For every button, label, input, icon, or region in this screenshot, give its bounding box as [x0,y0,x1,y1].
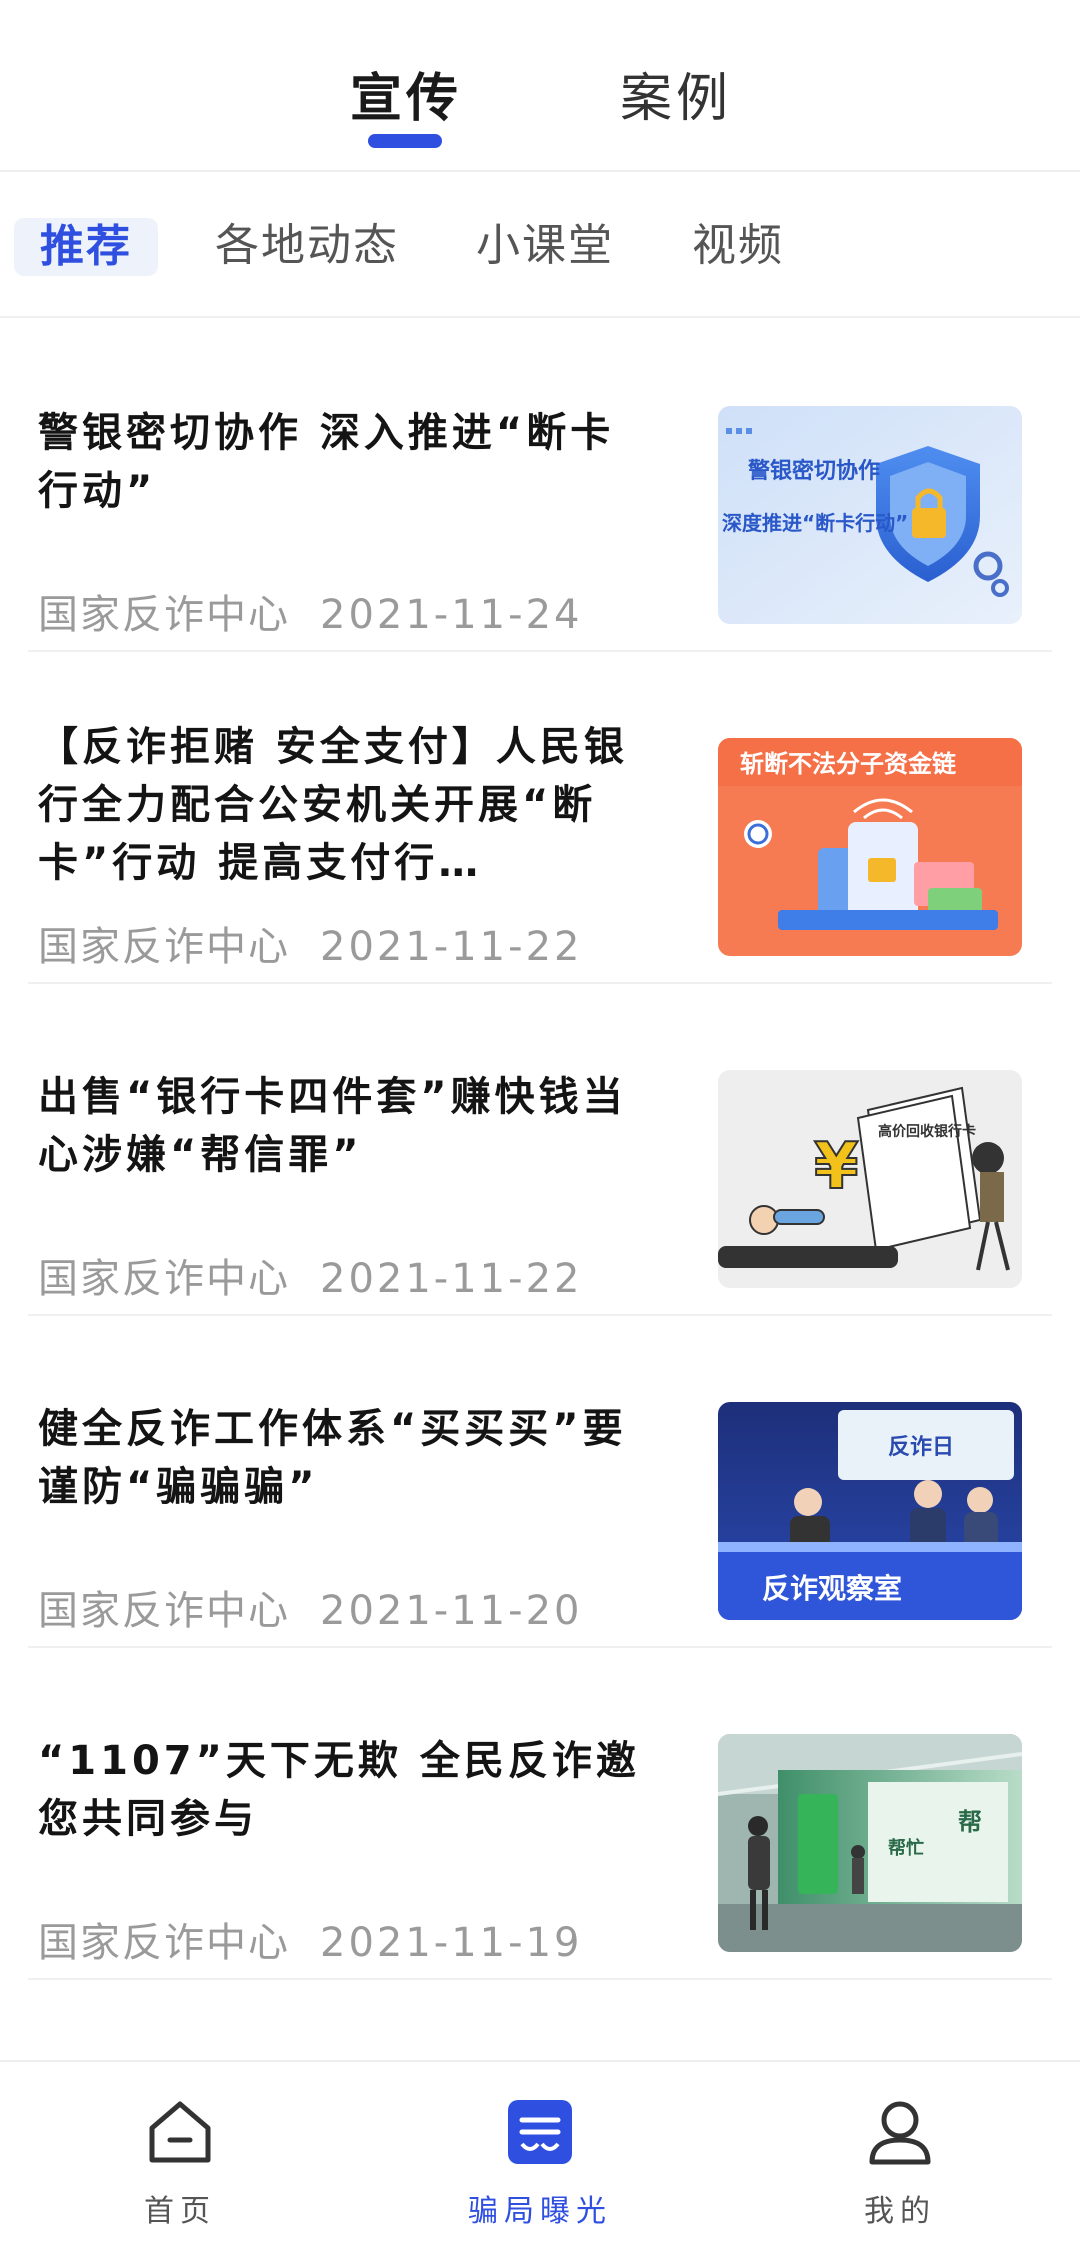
news-title: 出售“银行卡四件套”赚快钱当心涉嫌“帮信罪” [38,1074,627,1178]
nav-mine-label: 我的 [864,2194,936,2229]
news-date: 2021-11-22 [320,1256,583,1302]
active-tab-indicator [368,134,442,148]
news-thumbnail: 帮 帮忙 [718,1734,1022,1952]
news-item[interactable]: “1107”天下无欺 全民反诈邀您共同参与 国家反诈中心 2021-11-19 帮… [0,1648,1080,1980]
thumb-caption: 反诈观察室 [762,1572,902,1605]
expose-icon [508,2100,572,2164]
news-date: 2021-11-22 [320,924,583,970]
news-meta: 国家反诈中心 2021-11-20 [38,1578,582,1636]
nav-mine[interactable]: 我的 [810,2096,990,2230]
tab-publicity[interactable]: 宣传 [350,56,462,131]
category-tab-video[interactable]: 视频 [692,216,784,276]
news-title: 【反诈拒赌 安全支付】人民银行全力配合公安机关开展“断卡”行动 提高支付行… [38,724,628,886]
news-item[interactable]: 健全反诈工作体系“买买买”要谨防“骗骗骗” 国家反诈中心 2021-11-20 反… [0,1316,1080,1648]
news-thumbnail: 高价回收银行卡 ¥ [718,1070,1022,1288]
nav-home[interactable]: 首页 [90,2096,270,2230]
news-item[interactable]: 出售“银行卡四件套”赚快钱当心涉嫌“帮信罪” 国家反诈中心 2021-11-22 … [0,984,1080,1316]
divider [28,1978,1052,1980]
top-tab-bar: 宣传 案例 [0,0,1080,172]
news-meta: 国家反诈中心 2021-11-22 [38,914,582,972]
user-icon [869,2101,931,2165]
news-date: 2021-11-20 [320,1588,583,1634]
news-title: “1107”天下无欺 全民反诈邀您共同参与 [38,1738,640,1842]
category-tab-bar: 推荐 各地动态 小课堂 视频 [0,174,1080,318]
news-item[interactable]: 【反诈拒赌 安全支付】人民银行全力配合公安机关开展“断卡”行动 提高支付行… 国… [0,652,1080,984]
news-title: 警银密切协作 深入推进“断卡行动” [38,410,615,514]
news-date: 2021-11-24 [320,592,583,638]
news-source: 国家反诈中心 [38,592,290,638]
news-date: 2021-11-19 [320,1920,583,1966]
category-tab-classroom[interactable]: 小课堂 [476,216,614,276]
news-item[interactable]: 警银密切协作 深入推进“断卡行动” 国家反诈中心 2021-11-24 警银密切… [0,320,1080,652]
news-source: 国家反诈中心 [38,924,290,970]
svg-text:¥: ¥ [814,1130,859,1204]
category-tab-local-news[interactable]: 各地动态 [215,216,399,276]
home-icon [149,2101,211,2163]
news-thumbnail: 警银密切协作 深度推进“断卡行动” [718,406,1022,624]
bottom-nav: 首页 骗局曝光 我的 [0,2060,1080,2252]
news-meta: 国家反诈中心 2021-11-24 [38,582,582,640]
thumb-caption: 斩断不法分子资金链 [740,750,957,778]
category-tab-recommended[interactable]: 推荐 [14,218,158,276]
nav-scam-exposure-label: 骗局曝光 [468,2194,612,2229]
thumb-caption: 反诈日 [888,1435,954,1460]
nav-scam-exposure[interactable]: 骗局曝光 [450,2096,630,2230]
thumb-caption: 帮忙 [888,1837,924,1859]
thumb-caption: 深度推进“断卡行动” [722,511,908,535]
nav-home-label: 首页 [144,2194,216,2229]
thumb-caption: 警银密切协作 [747,458,880,484]
news-source: 国家反诈中心 [38,1256,290,1302]
tab-cases[interactable]: 案例 [620,56,732,131]
thumb-caption: 帮 [958,1808,982,1836]
news-thumbnail: 斩断不法分子资金链 [718,738,1022,956]
news-thumbnail: 反诈日 反诈观察室 [718,1402,1022,1620]
news-meta: 国家反诈中心 2021-11-19 [38,1910,582,1968]
news-title: 健全反诈工作体系“买买买”要谨防“骗骗骗” [38,1406,627,1510]
news-meta: 国家反诈中心 2021-11-22 [38,1246,582,1304]
news-source: 国家反诈中心 [38,1920,290,1966]
thumb-caption: 高价回收银行卡 [878,1123,976,1140]
news-source: 国家反诈中心 [38,1588,290,1634]
